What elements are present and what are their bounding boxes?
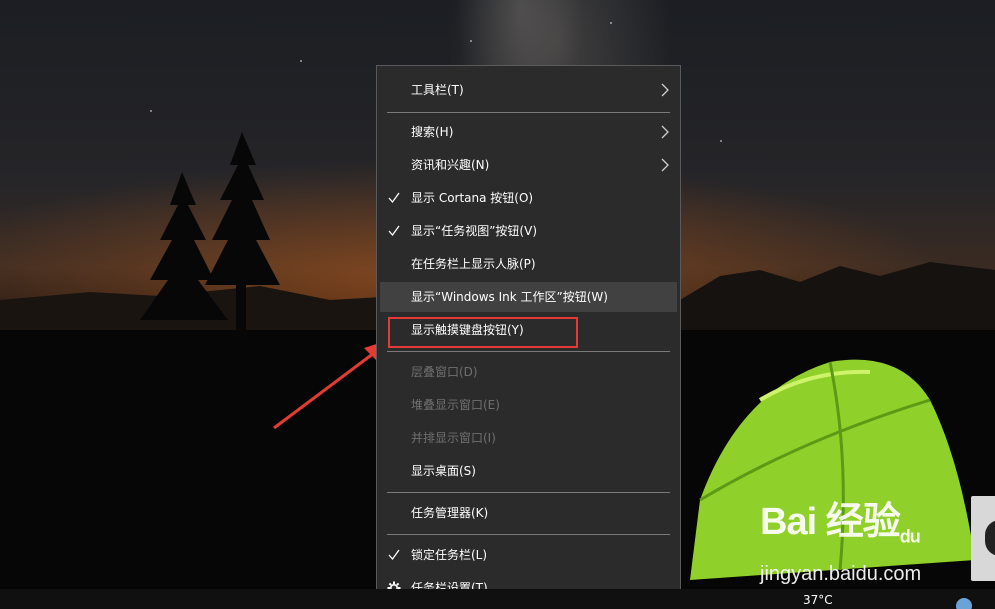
menu-item-label: 显示“任务视图”按钮(V) bbox=[411, 224, 538, 238]
checkmark-icon bbox=[388, 549, 400, 561]
chevron-right-icon bbox=[661, 125, 669, 139]
menu-item-label: 显示 Cortana 按钮(O) bbox=[411, 191, 534, 205]
menu-item-show-desktop[interactable]: 显示桌面(S) bbox=[377, 456, 680, 486]
menu-item-show-windows-ink[interactable]: 显示“Windows Ink 工作区”按钮(W) bbox=[380, 282, 677, 312]
menu-item-label: 堆叠显示窗口(E) bbox=[411, 398, 500, 412]
menu-item-label: 显示桌面(S) bbox=[411, 464, 476, 478]
menu-separator bbox=[387, 492, 670, 493]
menu-item-lock-taskbar[interactable]: 锁定任务栏(L) bbox=[377, 540, 680, 570]
menu-item-cascade-windows: 层叠窗口(D) bbox=[377, 357, 680, 387]
baidu-jingyan-watermark: Bai 经验du jingyan.baidu.com bbox=[760, 502, 921, 586]
menu-separator bbox=[387, 534, 670, 535]
menu-item-task-manager[interactable]: 任务管理器(K) bbox=[377, 498, 680, 528]
chevron-right-icon bbox=[661, 158, 669, 172]
menu-item-label: 显示“Windows Ink 工作区”按钮(W) bbox=[411, 290, 608, 304]
pine-tree-2 bbox=[205, 132, 280, 285]
menu-item-show-task-view[interactable]: 显示“任务视图”按钮(V) bbox=[377, 216, 680, 246]
menu-item-show-people[interactable]: 在任务栏上显示人脉(P) bbox=[377, 249, 680, 279]
menu-item-search[interactable]: 搜索(H) bbox=[377, 117, 680, 147]
menu-separator bbox=[387, 351, 670, 352]
menu-item-stack-windows: 堆叠显示窗口(E) bbox=[377, 390, 680, 420]
menu-item-show-cortana[interactable]: 显示 Cortana 按钮(O) bbox=[377, 183, 680, 213]
taskbar[interactable] bbox=[0, 589, 995, 609]
pine-trunk bbox=[236, 280, 246, 340]
network-icon[interactable] bbox=[956, 598, 972, 609]
side-panel bbox=[971, 496, 995, 581]
chevron-right-icon bbox=[661, 83, 669, 97]
menu-item-label: 并排显示窗口(I) bbox=[411, 431, 496, 445]
menu-item-label: 任务管理器(K) bbox=[411, 506, 489, 520]
menu-separator bbox=[387, 112, 670, 113]
menu-item-label: 在任务栏上显示人脉(P) bbox=[411, 257, 536, 271]
watermark-brand: Bai 经验du bbox=[760, 501, 921, 547]
menu-item-news-interests[interactable]: 资讯和兴趣(N) bbox=[377, 150, 680, 180]
desktop-wallpaper: 工具栏(T) 搜索(H) 资讯和兴趣(N) 显示 Cortana 按钮(O) 显… bbox=[0, 0, 995, 609]
menu-item-side-by-side-windows: 并排显示窗口(I) bbox=[377, 423, 680, 453]
checkmark-icon bbox=[388, 192, 400, 204]
menu-item-label: 资讯和兴趣(N) bbox=[411, 158, 490, 172]
menu-item-toolbars[interactable]: 工具栏(T) bbox=[377, 75, 680, 105]
menu-item-label: 搜索(H) bbox=[411, 125, 454, 139]
menu-item-label: 工具栏(T) bbox=[411, 83, 464, 97]
weather-temperature[interactable]: 37°C bbox=[803, 593, 833, 607]
annotation-highlight-box bbox=[388, 317, 578, 348]
menu-item-label: 层叠窗口(D) bbox=[411, 365, 478, 379]
checkmark-icon bbox=[388, 225, 400, 237]
menu-item-label: 锁定任务栏(L) bbox=[411, 548, 488, 562]
watermark-url: jingyan.baidu.com bbox=[760, 562, 922, 585]
